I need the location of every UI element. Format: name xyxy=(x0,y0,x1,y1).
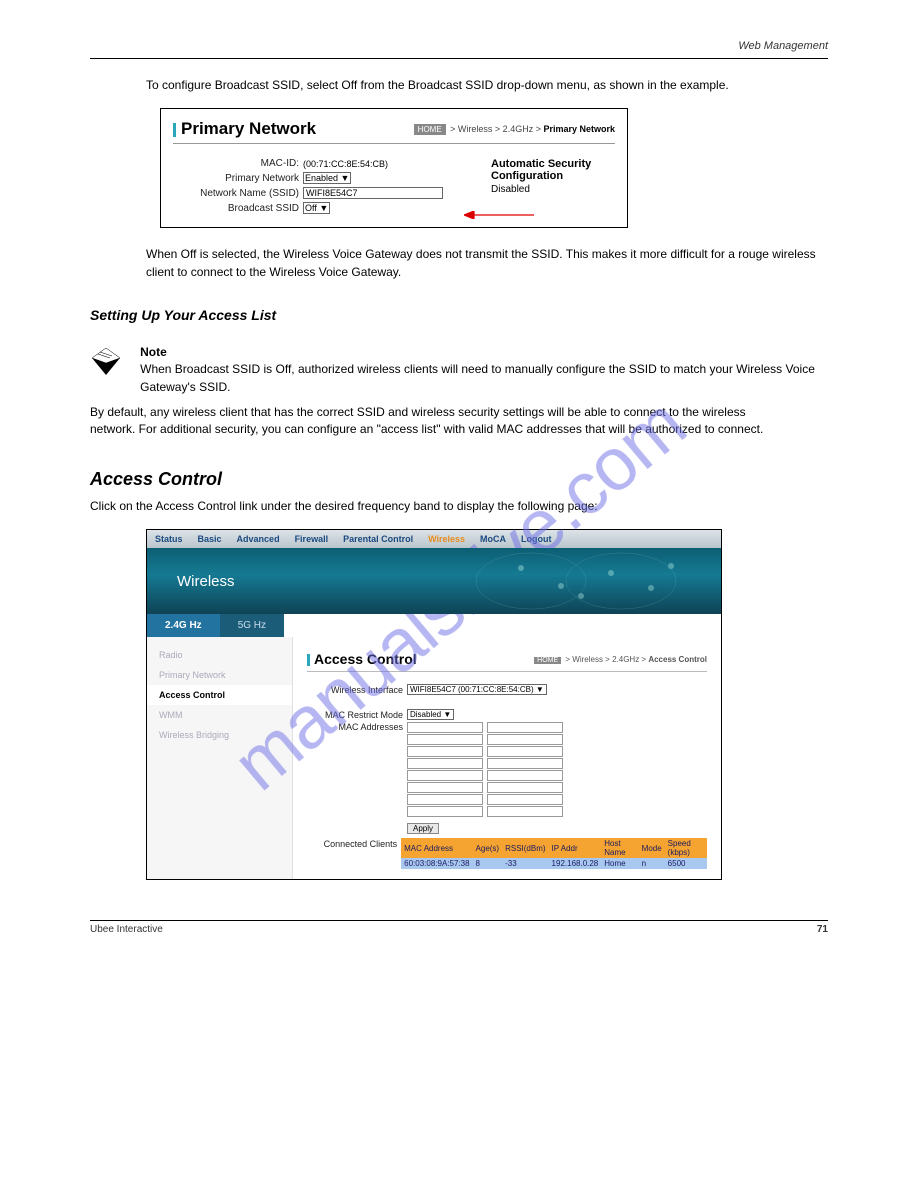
broadcast-ssid-select[interactable]: Off xyxy=(303,202,330,214)
ssid-input[interactable] xyxy=(303,187,443,199)
freq-tabs: 2.4G Hz 5G Hz xyxy=(147,614,721,637)
sidebar-item-wmm[interactable]: WMM xyxy=(147,705,292,725)
mac-input[interactable] xyxy=(407,782,483,793)
nav-advanced[interactable]: Advanced xyxy=(237,534,280,544)
access-control-heading: Access Control xyxy=(90,469,828,490)
arrow-indicator xyxy=(464,211,534,219)
note-icon xyxy=(90,345,122,377)
intro-paragraph: To configure Broadcast SSID, select Off … xyxy=(146,77,828,94)
footer-left: Ubee Interactive xyxy=(90,924,163,935)
ssid-label: Network Name (SSID) xyxy=(173,188,303,199)
nav-status[interactable]: Status xyxy=(155,534,183,544)
sidebar-item-wireless-bridging[interactable]: Wireless Bridging xyxy=(147,725,292,745)
tab-5ghz[interactable]: 5G Hz xyxy=(220,614,284,637)
table-row: 60:03:08:9A:57:38 8 -33 192.168.0.28 Hom… xyxy=(401,858,707,869)
apply-button[interactable]: Apply xyxy=(407,823,439,834)
mac-restrict-label: MAC Restrict Mode xyxy=(307,710,407,720)
mac-input[interactable] xyxy=(487,734,563,745)
th-mode: Mode xyxy=(639,838,665,858)
nav-moca[interactable]: MoCA xyxy=(480,534,506,544)
fig1-title: Primary Network xyxy=(173,119,316,139)
mac-restrict-select[interactable]: Disabled xyxy=(407,709,454,720)
breadcrumb-home-badge[interactable]: HOME xyxy=(414,124,446,135)
broadcast-ssid-label: Broadcast SSID xyxy=(173,203,303,214)
doc-header: Web Management xyxy=(90,40,828,52)
nav-logout[interactable]: Logout xyxy=(521,534,552,544)
breadcrumb-home-badge[interactable]: HOME xyxy=(534,657,561,664)
figure-primary-network: Primary Network HOME > Wireless > 2.4GHz… xyxy=(160,108,628,228)
th-rssi: RSSI(dBm) xyxy=(502,838,548,858)
nav-wireless[interactable]: Wireless xyxy=(428,534,465,544)
mac-input[interactable] xyxy=(487,722,563,733)
world-map-decor xyxy=(471,548,721,614)
page-banner: Wireless xyxy=(147,548,721,614)
clients-table: MAC Address Age(s) RSSI(dBm) IP Addr Hos… xyxy=(401,838,707,869)
mac-input[interactable] xyxy=(407,770,483,781)
access-list-paragraph: By default, any wireless client that has… xyxy=(90,404,788,439)
note-label: Note xyxy=(140,345,828,359)
mac-addresses-label: MAC Addresses xyxy=(307,722,407,732)
primary-network-select[interactable]: Enabled xyxy=(303,172,351,184)
fig1-breadcrumb: HOME > Wireless > 2.4GHz > Primary Netwo… xyxy=(414,124,615,134)
note-text: When Broadcast SSID is Off, authorized w… xyxy=(140,361,828,396)
th-host: Host Name xyxy=(601,838,638,858)
mac-input[interactable] xyxy=(407,746,483,757)
th-ip: IP Addr xyxy=(549,838,602,858)
th-mac: MAC Address xyxy=(401,838,472,858)
mac-input[interactable] xyxy=(407,794,483,805)
mac-input[interactable] xyxy=(487,746,563,757)
mac-id-label: MAC-ID: xyxy=(173,158,303,169)
asc-select[interactable]: Disabled xyxy=(491,184,530,195)
banner-title: Wireless xyxy=(177,573,235,590)
sidebar-item-primary-network[interactable]: Primary Network xyxy=(147,665,292,685)
wireless-interface-label: Wireless Interface xyxy=(307,685,407,695)
mac-input[interactable] xyxy=(487,758,563,769)
access-control-paragraph: Click on the Access Control link under t… xyxy=(90,498,828,515)
figure-access-control: Status Basic Advanced Firewall Parental … xyxy=(146,529,722,880)
sidebar: Radio Primary Network Access Control WMM… xyxy=(147,637,293,879)
mac-input[interactable] xyxy=(407,734,483,745)
top-nav: Status Basic Advanced Firewall Parental … xyxy=(147,530,721,548)
mac-id-value: (00:71:CC:8E:54:CB) xyxy=(303,159,388,169)
footer-page-number: 71 xyxy=(817,924,828,935)
nav-firewall[interactable]: Firewall xyxy=(295,534,329,544)
mac-input[interactable] xyxy=(407,722,483,733)
primary-network-label: Primary Network xyxy=(173,173,303,184)
access-list-heading: Setting Up Your Access List xyxy=(90,307,828,323)
th-speed: Speed (kbps) xyxy=(665,838,707,858)
mac-input[interactable] xyxy=(487,794,563,805)
nav-basic[interactable]: Basic xyxy=(198,534,222,544)
nav-parental[interactable]: Parental Control xyxy=(343,534,413,544)
ac-title: Access Control xyxy=(307,651,417,667)
mac-input[interactable] xyxy=(487,806,563,817)
mid-paragraph: When Off is selected, the Wireless Voice… xyxy=(146,246,828,281)
asc-title-line2: Configuration xyxy=(491,170,615,182)
th-age: Age(s) xyxy=(473,838,503,858)
mac-input[interactable] xyxy=(407,806,483,817)
mac-input[interactable] xyxy=(407,758,483,769)
header-rule xyxy=(90,58,828,59)
asc-title-line1: Automatic Security xyxy=(491,158,615,170)
mac-input[interactable] xyxy=(487,782,563,793)
mac-input[interactable] xyxy=(487,770,563,781)
wireless-interface-select[interactable]: WIFI8E54C7 (00:71:CC:8E:54:CB) xyxy=(407,684,547,695)
ac-breadcrumb: HOME > Wireless > 2.4GHz > Access Contro… xyxy=(534,655,707,664)
connected-clients-label: Connected Clients xyxy=(307,838,401,849)
tab-24ghz[interactable]: 2.4G Hz xyxy=(147,614,220,637)
sidebar-item-radio[interactable]: Radio xyxy=(147,645,292,665)
sidebar-item-access-control[interactable]: Access Control xyxy=(147,685,292,705)
